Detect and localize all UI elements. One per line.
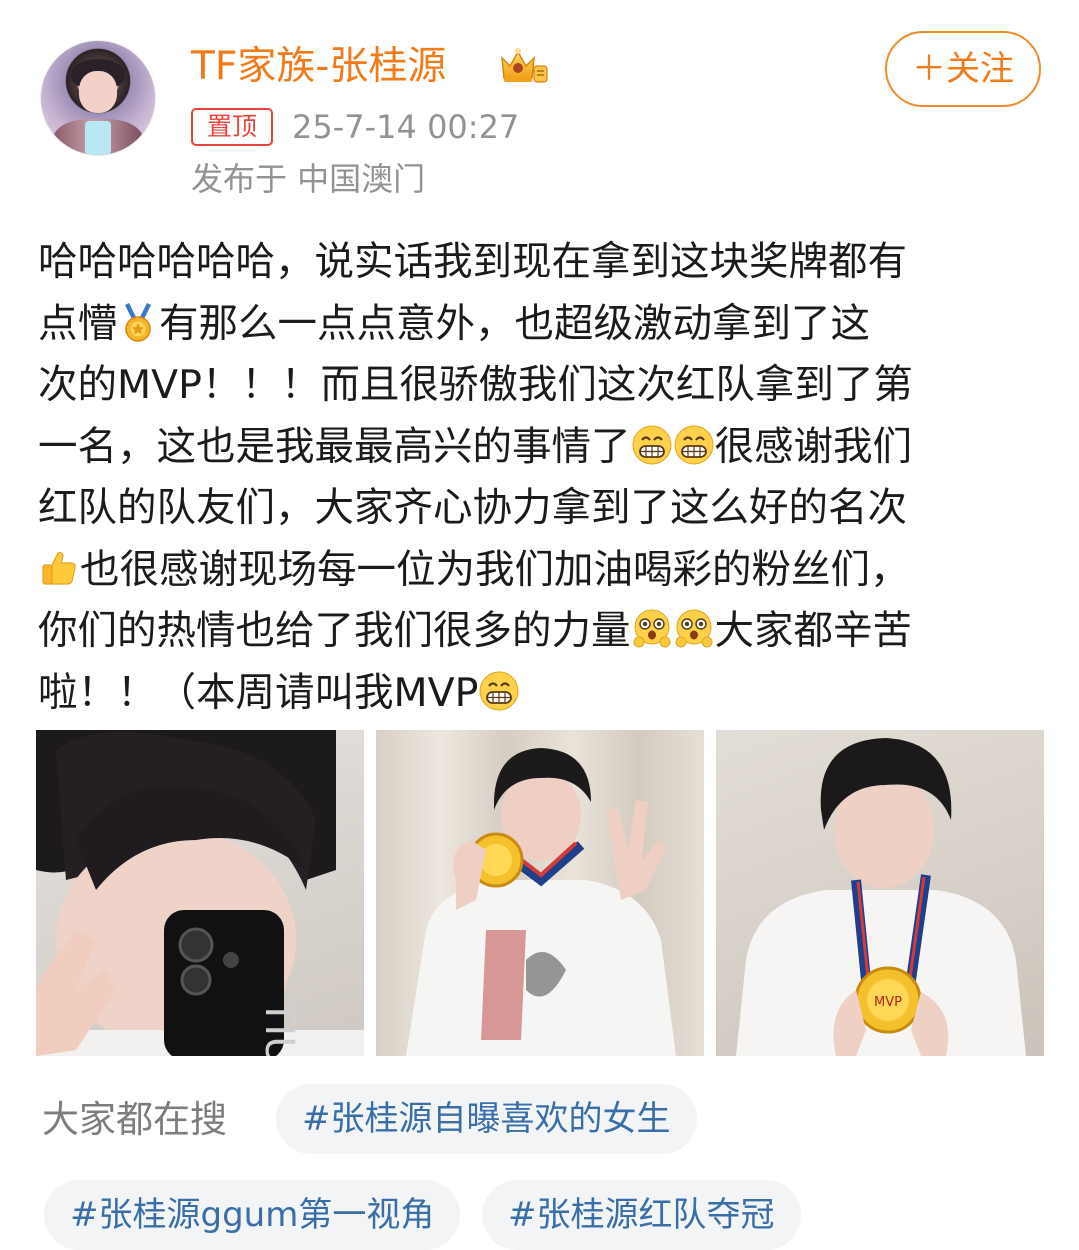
post-line: 哈哈哈哈哈哈，说实话我到现在拿到这块奖牌都有 <box>38 232 1038 294</box>
follow-button[interactable]: ＋关注 <box>885 31 1041 107</box>
starry-eyes-emoji <box>633 609 670 648</box>
grin-emoji <box>479 671 519 710</box>
post-line: 也很感谢现场每一位为我们加油喝彩的粉丝们， <box>38 540 1038 602</box>
grin-emoji <box>674 425 713 464</box>
post-line: 啦！！（本周请叫我MVP <box>38 663 1038 725</box>
photo-mirror-selfie-art: TIUL <box>36 730 364 1056</box>
post-text-segment: 一名，这也是我最最高兴的事情了 <box>38 423 631 470</box>
post-text-segment: 点懵 <box>38 300 117 347</box>
svg-text:MVP: MVP <box>874 995 902 1010</box>
avatar[interactable] <box>40 40 156 156</box>
post-line: 次的MVP！！！而且很骄傲我们这次红队拿到了第 <box>38 355 1038 417</box>
post-text-segment: 有那么一点点意外，也超级激动拿到了这 <box>159 300 870 347</box>
hot-search-tag[interactable]: #张桂源自曝喜欢的女生 <box>276 1084 697 1154</box>
post-location: 发布于 中国澳门 <box>191 160 426 198</box>
post-text-segment: 很感谢我们 <box>714 423 913 470</box>
post-text-segment: 你们的热情也给了我们很多的力量 <box>38 608 631 654</box>
crown-icon <box>501 48 548 83</box>
avatar-shirt <box>85 121 111 155</box>
author-name[interactable]: TF家族-张桂源 <box>191 40 446 94</box>
post-line: 一名，这也是我最最高兴的事情了 很感谢我们 <box>38 417 1038 479</box>
post-text-segment: 哈哈哈哈哈哈，说实话我到现在拿到这块奖牌都有 <box>38 239 907 285</box>
post-line: 点懵 有那么一点点意外，也超级激动拿到了这 <box>38 294 1038 356</box>
photo-mirror-selfie[interactable]: TIUL <box>36 730 364 1056</box>
photo-medal-peace-sign-art <box>406 748 676 1056</box>
hot-search-tag[interactable]: #张桂源ggum第一视角 <box>44 1180 461 1250</box>
post-line: 红队的队友们，大家齐心协力拿到了这么好的名次 <box>38 478 1038 540</box>
post-text-segment: 大家都辛苦 <box>714 608 913 654</box>
post-timestamp: 25-7-14 00:27 <box>292 108 520 146</box>
post-text-segment: 红队的队友们，大家齐心协力拿到了这么好的名次 <box>38 485 907 531</box>
pinned-badge: 置顶 <box>191 108 273 146</box>
hot-search-tag[interactable]: #张桂源红队夺冠 <box>482 1180 801 1250</box>
starry-eyes-emoji <box>675 609 712 648</box>
svg-text:TIUL: TIUL <box>256 999 302 1056</box>
post-text-segment: 啦！！（本周请叫我MVP <box>38 669 479 716</box>
post-text: 哈哈哈哈哈哈，说实话我到现在拿到这块奖牌都有 点懵 有那么一点点意外，也超级激动… <box>38 232 1038 724</box>
photo-medal-peace-sign[interactable] <box>376 730 704 1056</box>
photo-medal-holding[interactable]: MVP <box>716 730 1044 1056</box>
thumbs-up-emoji <box>42 551 76 585</box>
avatar-face <box>79 71 117 113</box>
photo-medal-holding-art: MVP <box>736 738 1026 1056</box>
medal-emoji <box>125 302 151 342</box>
post-text-segment: 次的MVP！！！而且很骄傲我们这次红队拿到了第 <box>38 362 913 408</box>
post-line: 你们的热情也给了我们很多的力量 大家都辛苦 <box>38 601 1038 663</box>
grin-emoji <box>632 425 671 464</box>
hot-search-label: 大家都在搜 <box>42 1098 227 1141</box>
post-text-segment: 也很感谢现场每一位为我们加油喝彩的粉丝们， <box>80 546 910 593</box>
